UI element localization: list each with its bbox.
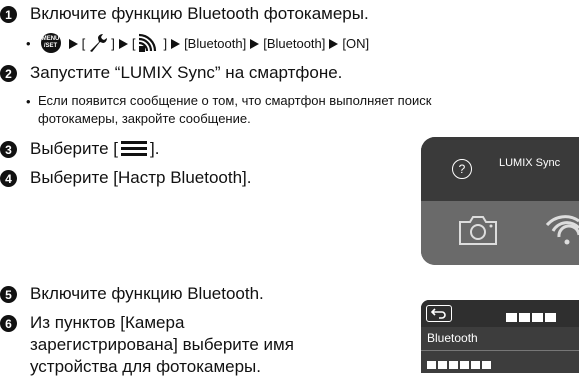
phone-header: ? LUMIX Sync bbox=[421, 137, 579, 201]
menu-icon-bottom: /SET bbox=[43, 43, 58, 49]
step-4-number: 4 bbox=[0, 170, 17, 187]
step-4-text: Выберите [Настр Bluetooth]. bbox=[30, 168, 252, 187]
phone-actions bbox=[421, 201, 579, 265]
wifi-icon[interactable] bbox=[545, 215, 579, 245]
phone-header-2 bbox=[421, 300, 579, 327]
step-5-number: 5 bbox=[0, 286, 17, 303]
back-button[interactable] bbox=[426, 305, 452, 322]
bracket-open: [ bbox=[81, 35, 86, 51]
menu-icon-top: MENU bbox=[41, 36, 60, 42]
step-3-text-before: Выберите [ bbox=[30, 139, 119, 158]
step-3-text-after: ]. bbox=[150, 139, 160, 158]
step-2-text: Запустите “LUMIX Sync” на смартфоне. bbox=[30, 63, 343, 82]
step-1-text: Включите функцию Bluetooth фотокамеры. bbox=[30, 4, 369, 23]
arrow-right-icon bbox=[329, 39, 339, 49]
step-6-line-3: устройства для фотокамеры. bbox=[30, 357, 261, 376]
step-6-number: 6 bbox=[0, 315, 17, 332]
step-6-line-2: зарегистрирована] выберите имя bbox=[30, 335, 294, 354]
step-2-note-line-1: Если появится сообщение о том, что смарт… bbox=[38, 93, 432, 108]
divider bbox=[421, 350, 579, 351]
step-2-number: 2 bbox=[0, 65, 17, 82]
bracket-open: [ bbox=[131, 35, 136, 51]
path-item-on: [ON] bbox=[342, 35, 370, 51]
bracket-close: ] bbox=[111, 35, 115, 51]
step-5-text: Включите функцию Bluetooth. bbox=[30, 284, 264, 303]
step-1-number: 1 bbox=[0, 6, 17, 23]
arrow-right-icon bbox=[171, 39, 181, 49]
step-3-number: 3 bbox=[0, 141, 17, 158]
note-bullet: • bbox=[26, 94, 31, 109]
app-title: LUMIX Sync bbox=[499, 157, 561, 169]
wrench-icon bbox=[90, 34, 108, 52]
camera-icon[interactable] bbox=[457, 213, 499, 247]
redacted-device-list[interactable] bbox=[427, 356, 493, 373]
bluetooth-label: Bluetooth bbox=[427, 331, 478, 345]
bracket-close: ] bbox=[163, 35, 168, 51]
path-item-bluetooth-1: [Bluetooth] bbox=[184, 35, 247, 51]
menu-hamburger-icon bbox=[121, 141, 148, 157]
arrow-right-icon bbox=[118, 39, 128, 49]
help-icon[interactable]: ? bbox=[452, 159, 472, 179]
step-2-note-line-2: фотокамеры, закройте сообщение. bbox=[38, 111, 251, 126]
step-1-menu-path: • MENU /SET [ ] [ ] [Bluetooth] [Bluetoo… bbox=[26, 30, 369, 56]
wireless-icon bbox=[139, 33, 157, 52]
menu-set-icon: MENU /SET bbox=[40, 33, 61, 53]
phone-screen-home: ? LUMIX Sync bbox=[421, 137, 579, 265]
redacted-title bbox=[506, 309, 558, 327]
phone-screen-bluetooth: Bluetooth bbox=[421, 300, 579, 373]
path-item-bluetooth-2: [Bluetooth] bbox=[263, 35, 326, 51]
step-3-text: Выберите [ ]. bbox=[30, 138, 159, 160]
step-6-line-1: Из пунктов [Камера bbox=[30, 313, 185, 332]
back-icon bbox=[430, 308, 446, 319]
path-bullet: • bbox=[26, 35, 31, 51]
arrow-right-icon bbox=[68, 39, 78, 49]
arrow-right-icon bbox=[250, 39, 260, 49]
